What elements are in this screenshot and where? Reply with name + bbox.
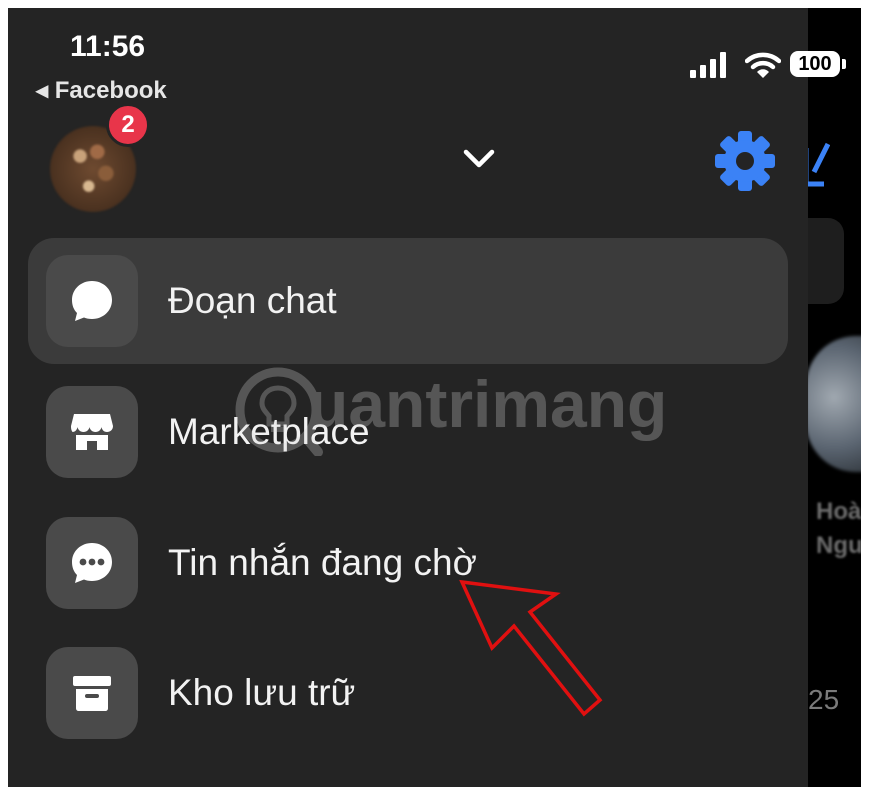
menu-item-tin-nhan-dang-cho[interactable]: Tin nhắn đang chờ — [28, 500, 788, 626]
side-drawer: 11:56 ◂ Facebook 100 2 Đoạn chat Marketp… — [8, 8, 846, 787]
menu-item-label: Kho lưu trữ — [168, 672, 356, 713]
background-search-bar — [808, 218, 844, 304]
menu-item-label: Tin nhắn đang chờ — [168, 542, 477, 583]
red-arrow-annotation-icon — [459, 579, 603, 717]
battery-icon: 100 — [790, 51, 840, 77]
gear-icon[interactable] — [712, 128, 778, 194]
background-story-name: Hoà — [816, 498, 861, 525]
back-to-facebook-link[interactable]: ◂ Facebook — [36, 76, 167, 105]
chat-bubble-icon — [46, 255, 138, 347]
menu-item-marketplace[interactable]: Marketplace — [28, 369, 788, 495]
chevron-down-icon[interactable] — [462, 148, 496, 170]
menu-item-kho-luu-tru[interactable]: Kho lưu trữ — [28, 630, 788, 756]
archive-icon — [46, 647, 138, 739]
message-dots-icon — [46, 517, 138, 609]
wifi-icon — [745, 52, 781, 78]
clock: 11:56 — [70, 30, 146, 63]
signal-icon — [690, 52, 726, 78]
background-story-name: Nguy — [816, 532, 861, 559]
battery-nub — [842, 59, 846, 69]
background-time-text: 25 — [808, 684, 840, 715]
notification-badge: 2 — [106, 103, 150, 147]
phone-screen: Hoà Nguy 25 11:56 ◂ Facebook 100 2 — [8, 8, 861, 787]
menu-item-doan-chat[interactable]: Đoạn chat — [28, 238, 788, 364]
menu-item-label: Marketplace — [168, 411, 370, 452]
menu-item-label: Đoạn chat — [168, 280, 337, 321]
store-icon — [46, 386, 138, 478]
